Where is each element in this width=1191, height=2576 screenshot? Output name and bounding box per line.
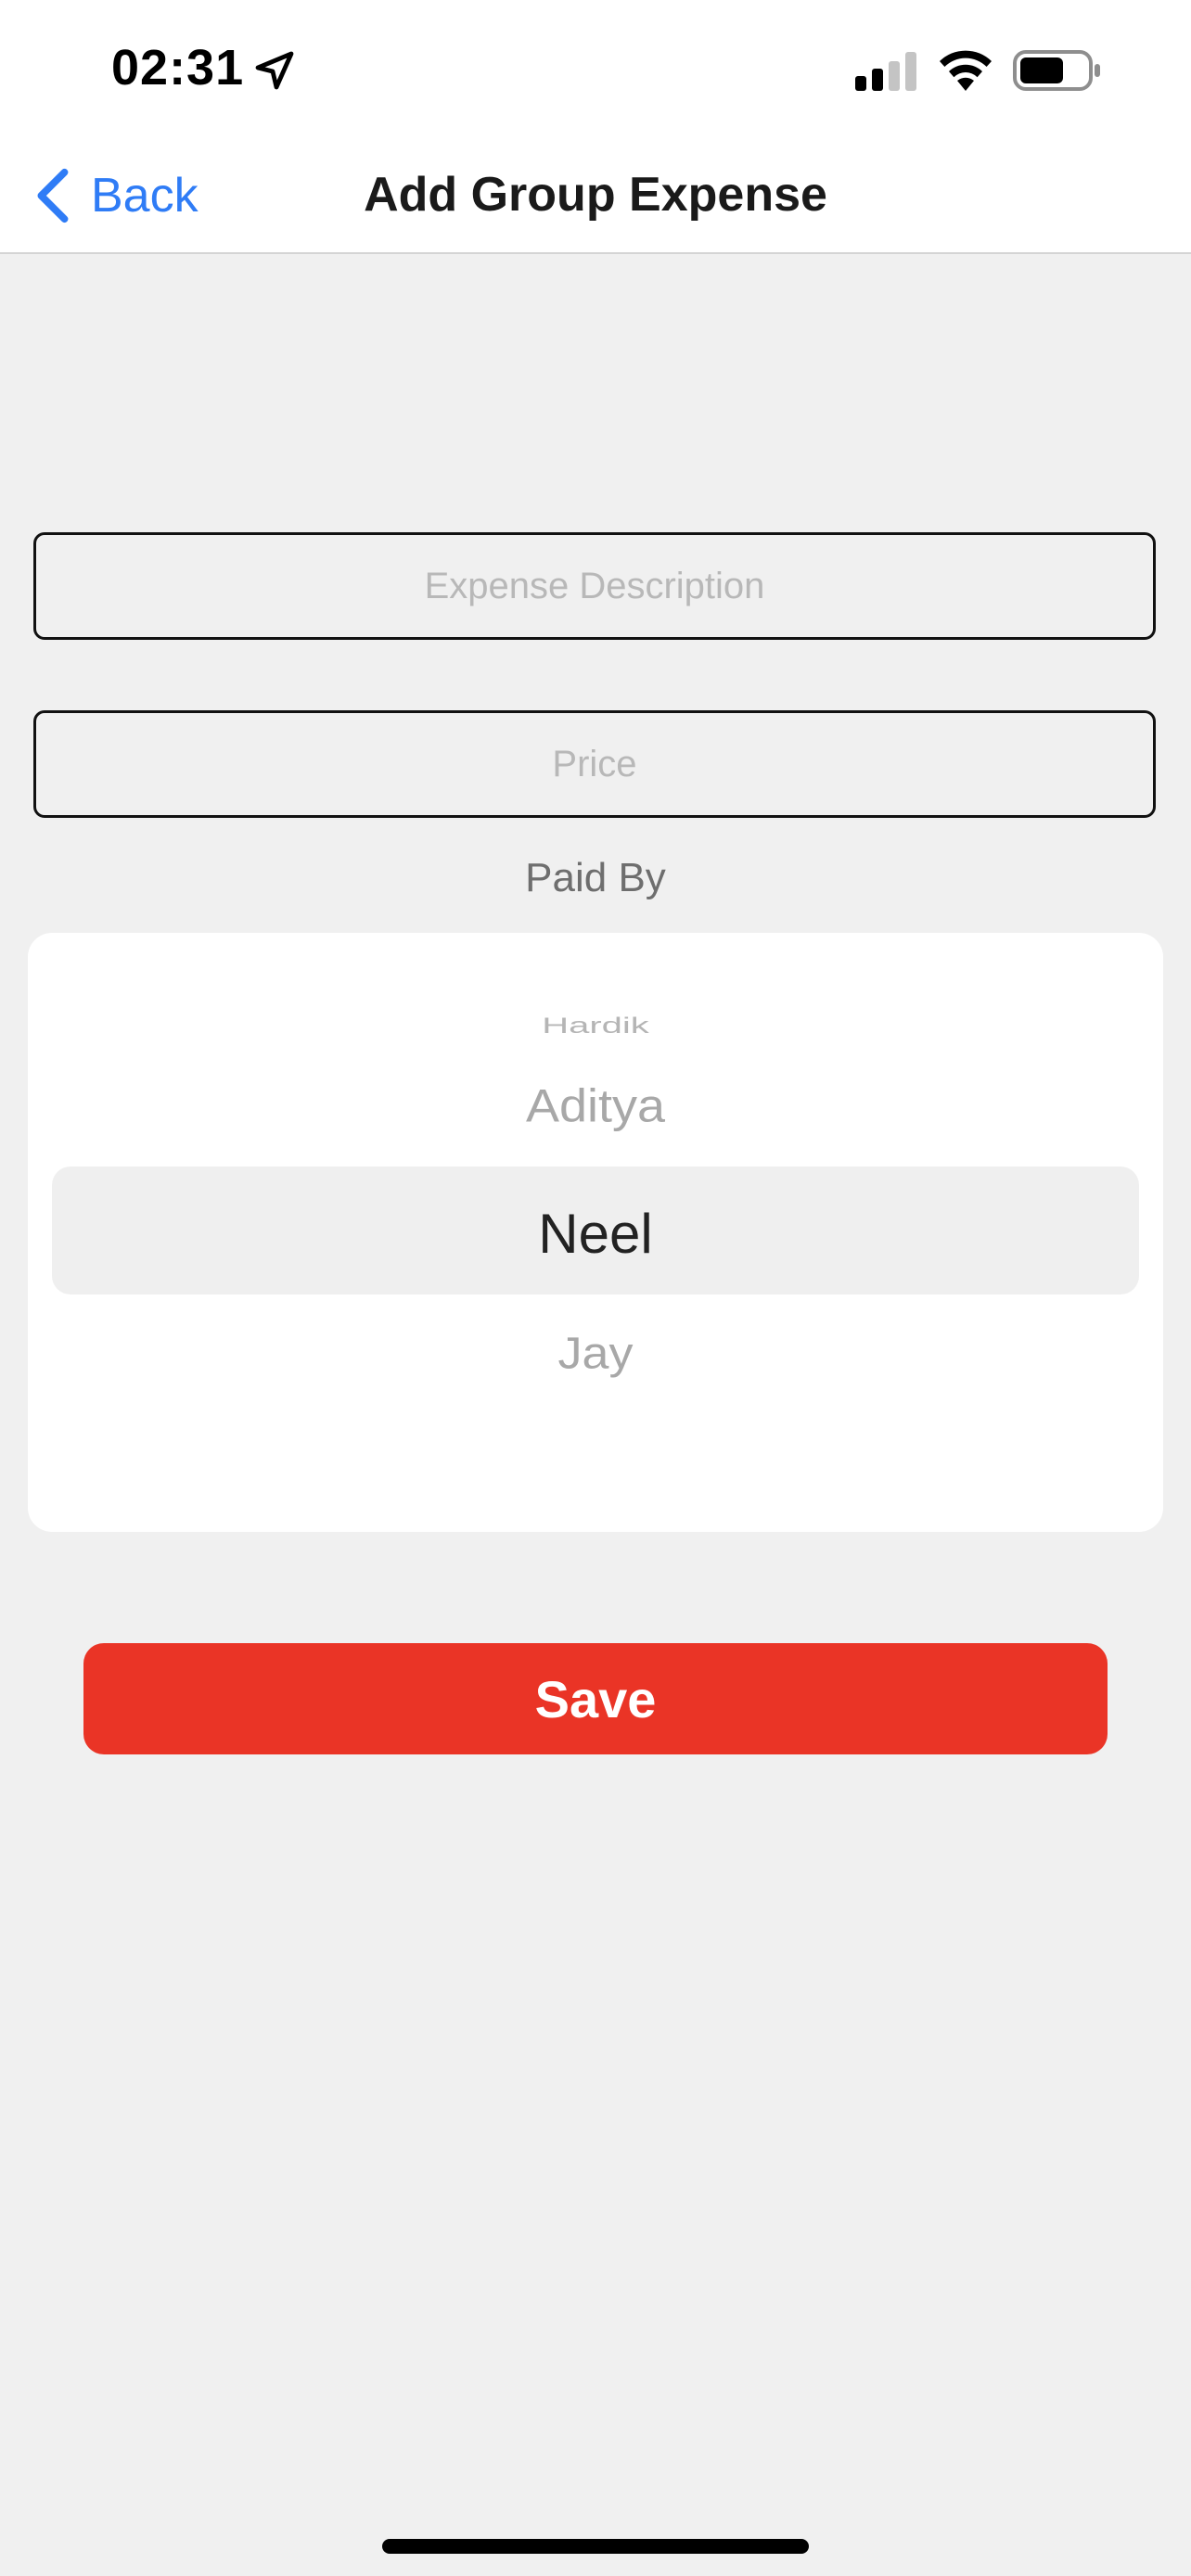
expense-description-input[interactable] [33, 532, 1156, 640]
status-bar: 02:31 [0, 0, 1191, 139]
battery-icon [1013, 50, 1100, 91]
home-indicator [382, 2539, 809, 2554]
picker-option-aditya[interactable]: Aditya [28, 1079, 1163, 1132]
cellular-signal-icon [855, 52, 916, 91]
picker-option-neel-selected[interactable]: Neel [28, 1202, 1163, 1266]
price-input[interactable] [33, 710, 1156, 818]
page-title: Add Group Expense [364, 168, 827, 222]
paid-by-picker[interactable]: Hardik Aditya Neel Jay [28, 933, 1163, 1532]
navigation-bar: Back Add Group Expense [0, 139, 1191, 254]
status-time: 02:31 [111, 40, 245, 96]
picker-option-hardik[interactable]: Hardik [28, 1014, 1163, 1039]
location-arrow-icon [255, 51, 294, 90]
picker-option-jay[interactable]: Jay [28, 1328, 1163, 1379]
save-button[interactable]: Save [83, 1643, 1108, 1754]
paid-by-label: Paid By [525, 855, 666, 900]
wifi-icon [940, 50, 992, 91]
